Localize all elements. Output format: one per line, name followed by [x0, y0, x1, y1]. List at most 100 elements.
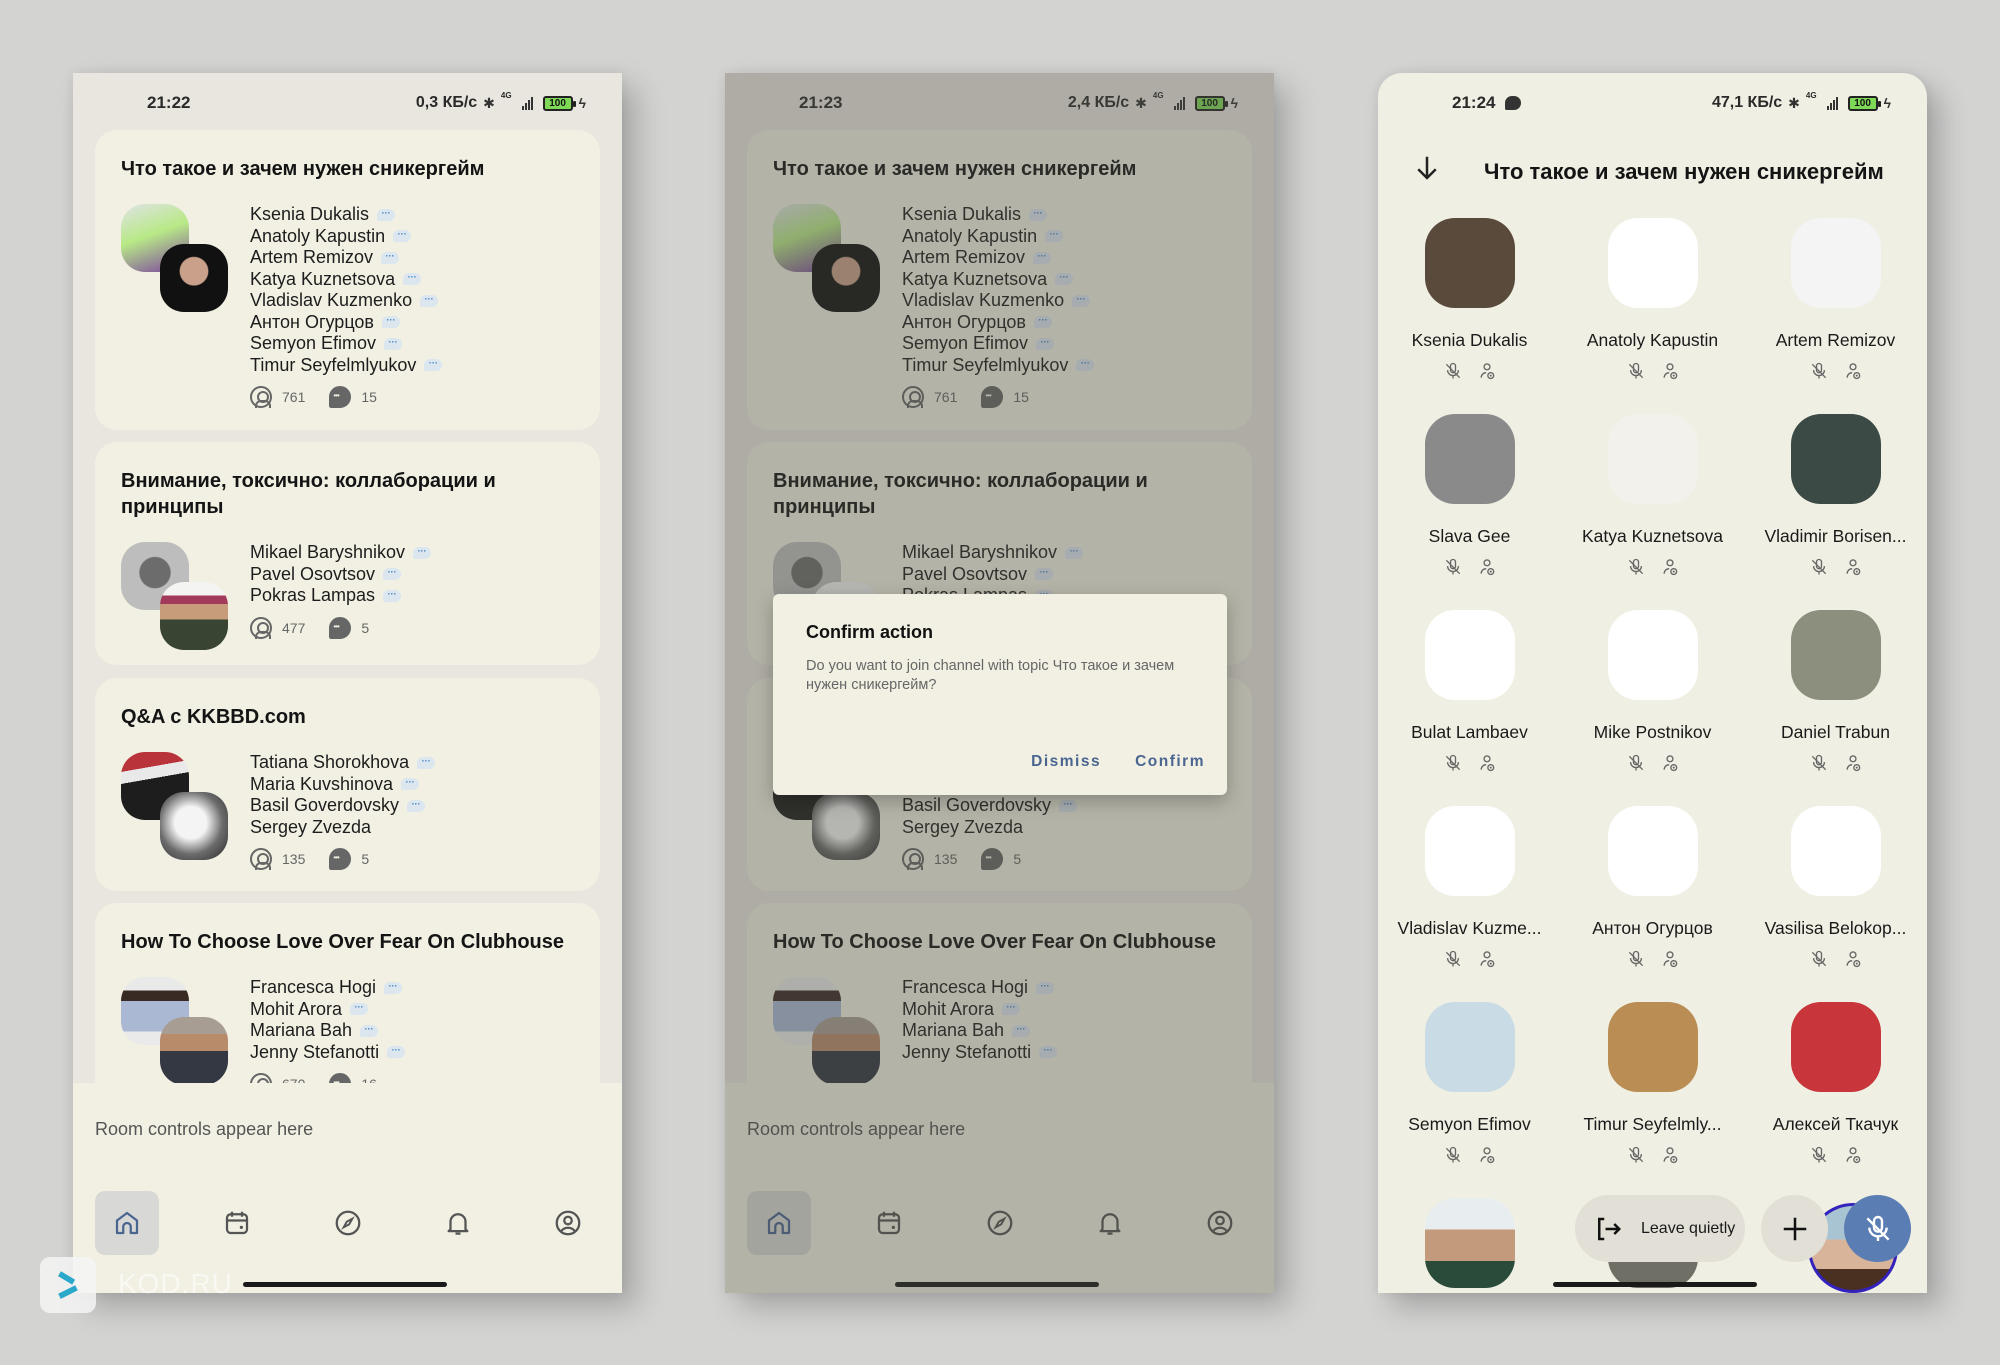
member-tile[interactable]	[1378, 1198, 1561, 1288]
member-avatar	[1424, 806, 1515, 896]
member-tile[interactable]: Artem Remizov	[1744, 218, 1927, 381]
bluetooth-icon: ✱	[1788, 94, 1800, 111]
status-bar: 21:22 0,3 КБ/с ✱ 4G 100 ϟ	[73, 73, 622, 133]
user-settings-icon[interactable]	[1477, 361, 1497, 381]
user-settings-icon[interactable]	[1660, 557, 1680, 577]
speaker-name: Sergey Zvezda	[250, 816, 372, 837]
nav-profile[interactable]	[536, 1191, 600, 1255]
leave-quietly-button[interactable]: Leave quietly	[1575, 1195, 1745, 1262]
member-tile[interactable]: Semyon Efimov	[1378, 1002, 1561, 1165]
member-name: Timur Seyfelmly...	[1583, 1114, 1722, 1134]
room-card[interactable]: Что такое и зачем нужен сникергейм Kseni…	[95, 130, 600, 430]
user-settings-icon[interactable]	[1477, 753, 1497, 773]
speaker-name: Vladislav Kuzmenko ···	[250, 290, 574, 312]
add-button[interactable]	[1761, 1195, 1828, 1262]
user-settings-icon[interactable]	[1660, 361, 1680, 381]
member-name: Ksenia Dukalis	[1411, 330, 1528, 350]
speaker-name: Mikael Baryshnikov ···	[250, 542, 574, 564]
member-tile[interactable]: Антон Огурцов	[1561, 806, 1744, 969]
room-stats: 477 5	[250, 616, 574, 639]
user-settings-icon[interactable]	[1843, 361, 1863, 381]
speaking-bubble-icon: ···	[384, 337, 403, 350]
user-settings-icon[interactable]	[1843, 753, 1863, 773]
speakers-count: 5	[361, 851, 370, 867]
nav-home[interactable]	[95, 1191, 159, 1255]
confirm-dialog: Confirm action Do you want to join chann…	[773, 594, 1227, 795]
mute-toggle-button[interactable]	[1844, 1195, 1911, 1262]
signal-icon	[1826, 96, 1838, 110]
user-settings-icon[interactable]	[1660, 753, 1680, 773]
mic-off-icon	[1445, 558, 1460, 575]
mic-off-icon	[1628, 362, 1643, 379]
member-name: Vasilisa Belokop...	[1764, 918, 1907, 938]
member-avatar	[1790, 218, 1881, 308]
user-settings-icon[interactable]	[1660, 1145, 1680, 1165]
mic-off-icon	[1445, 950, 1460, 967]
member-name: Антон Огурцов	[1592, 918, 1713, 938]
speaking-bubble-icon: ···	[377, 208, 396, 221]
speaking-bubble-icon: ···	[381, 251, 400, 264]
member-avatar	[1790, 610, 1881, 700]
leave-quietly-label: Leave quietly	[1641, 1219, 1736, 1237]
speaker-avatars	[121, 542, 231, 652]
mic-off-icon	[1628, 950, 1643, 967]
member-name: Mike Postnikov	[1593, 722, 1712, 742]
phone-screen-feed: 21:22 0,3 КБ/с ✱ 4G 100 ϟ Что такое и за…	[73, 73, 622, 1293]
user-settings-icon[interactable]	[1843, 557, 1863, 577]
member-avatar	[1607, 610, 1698, 700]
mic-off-icon	[1628, 754, 1643, 771]
member-tile[interactable]: Vladislav Kuzme...	[1378, 806, 1561, 969]
user-settings-icon[interactable]	[1843, 1145, 1863, 1165]
speaker-name: Anatoly Kapustin ···	[250, 226, 574, 248]
member-tile[interactable]: Timur Seyfelmly...	[1561, 1002, 1744, 1165]
speaker-list: Mikael Baryshnikov ··· Pavel Osovtsov ··· …	[250, 542, 574, 639]
speaker-name: Maria Kuvshinova···	[250, 774, 574, 796]
member-tile[interactable]: Mike Postnikov	[1561, 610, 1744, 773]
collapse-room-button[interactable]	[1412, 153, 1442, 191]
user-settings-icon[interactable]	[1477, 949, 1497, 969]
speaker-list: Ksenia Dukalis ··· Anatoly Kapustin ··· Ar…	[250, 204, 574, 408]
dismiss-button[interactable]: Dismiss	[1031, 753, 1101, 771]
member-tile[interactable]: Vladimir Borisen...	[1744, 414, 1927, 577]
confirm-button[interactable]: Confirm	[1135, 753, 1205, 771]
home-indicator	[243, 1282, 447, 1287]
user-settings-icon[interactable]	[1477, 557, 1497, 577]
member-name: Bulat Lambaev	[1411, 722, 1528, 742]
member-tile[interactable]: Daniel Trabun	[1744, 610, 1927, 773]
member-tile[interactable]: Slava Gee	[1378, 414, 1561, 577]
room-title: Что такое и зачем нужен сникергейм	[121, 158, 485, 180]
listeners-count: 135	[282, 851, 306, 867]
nav-explore[interactable]	[316, 1191, 380, 1255]
room-card[interactable]: Q&A с KKBBD.com Tatiana Shorokhova··· Ma…	[95, 678, 600, 891]
charging-icon: ϟ	[1883, 95, 1891, 111]
nav-notifications[interactable]	[426, 1191, 490, 1255]
user-settings-icon[interactable]	[1477, 1145, 1497, 1165]
room-title: Внимание, токсично: коллаборации и принц…	[121, 470, 496, 518]
member-tile[interactable]: Ksenia Dukalis	[1378, 218, 1561, 381]
member-tile[interactable]: Katya Kuznetsova	[1561, 414, 1744, 577]
speaking-bubble-icon: ···	[384, 981, 403, 994]
user-settings-icon[interactable]	[1660, 949, 1680, 969]
kod-logo-icon	[58, 1271, 78, 1299]
speaking-bubble-icon: ···	[403, 273, 422, 286]
speaker-name: Francesca Hogi ···	[250, 977, 574, 999]
member-tile[interactable]: Vasilisa Belokop...	[1744, 806, 1927, 969]
calendar-icon	[226, 1211, 249, 1235]
speaking-bubble-icon: ···	[383, 589, 402, 602]
profile-icon	[555, 1210, 581, 1236]
nav-calendar[interactable]	[205, 1191, 269, 1255]
member-tile[interactable]: Anatoly Kapustin	[1561, 218, 1744, 381]
member-tile[interactable]: Bulat Lambaev	[1378, 610, 1561, 773]
user-settings-icon[interactable]	[1843, 949, 1863, 969]
status-time: 21:22	[147, 93, 191, 112]
avatar	[160, 244, 228, 312]
member-name: Алексей Ткачук	[1772, 1114, 1899, 1134]
listeners-icon	[250, 386, 272, 408]
member-name: Daniel Trabun	[1781, 722, 1890, 742]
room-card[interactable]: Внимание, токсично: коллаборации и принц…	[95, 442, 600, 665]
member-tile[interactable]: Алексей Ткачук	[1744, 1002, 1927, 1165]
member-avatar	[1424, 610, 1515, 700]
compass-icon	[335, 1210, 360, 1236]
exit-icon	[1598, 1217, 1622, 1240]
speakers-icon	[329, 616, 352, 639]
